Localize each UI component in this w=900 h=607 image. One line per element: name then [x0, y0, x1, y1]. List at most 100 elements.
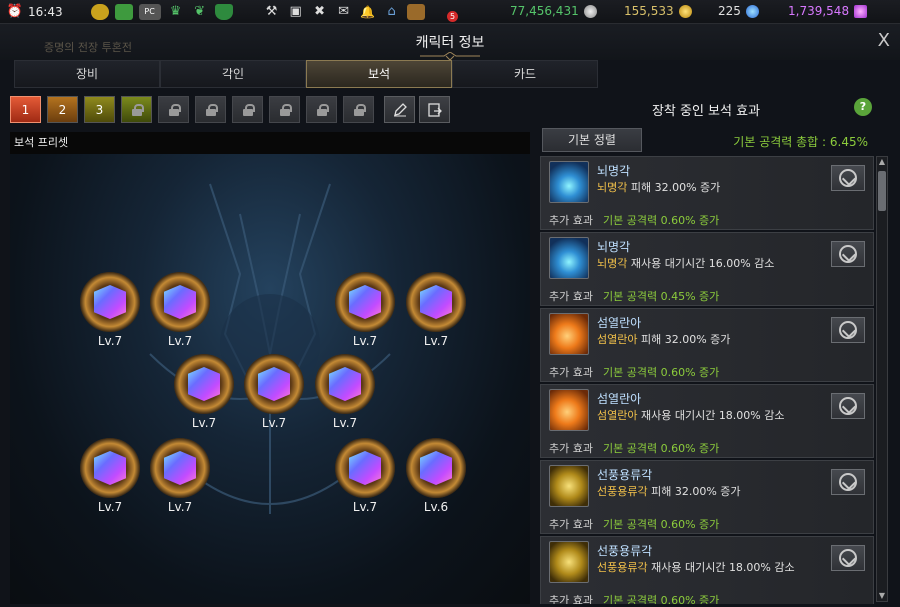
- gem-crystal-icon: [329, 367, 361, 401]
- gem-slot-5[interactable]: Lv.7: [174, 354, 234, 430]
- gem-crystal-icon: [258, 367, 290, 401]
- gem-slot-7[interactable]: Lv.7: [315, 354, 375, 430]
- crown-icon[interactable]: ♛: [167, 4, 185, 20]
- preset-2-button[interactable]: 2: [47, 96, 78, 123]
- effect-description: 섬열란아 피해 32.00% 증가: [597, 333, 731, 346]
- sort-button[interactable]: 기본 정렬: [542, 128, 642, 152]
- tab-gems[interactable]: 보석: [306, 60, 452, 88]
- effect-skill-name: 섬열란아: [597, 316, 642, 330]
- gem-slot-10[interactable]: Lv.7: [335, 438, 395, 514]
- skill-detail-button[interactable]: [831, 317, 865, 343]
- bell-icon[interactable]: 🔔: [359, 4, 377, 20]
- extra-effect-value: 기본 공격력 0.60% 증가: [603, 214, 720, 227]
- shield-icon[interactable]: [214, 3, 233, 20]
- extra-effect-value: 기본 공격력 0.60% 증가: [603, 518, 720, 531]
- preset-7-locked[interactable]: [232, 96, 263, 123]
- gem-crystal-icon: [164, 285, 196, 319]
- scroll-thumb[interactable]: [878, 171, 886, 211]
- lightning-skill-icon: [549, 237, 589, 279]
- gem-slot-1[interactable]: Lv.7: [80, 272, 140, 348]
- gold-currency: 155,533: [624, 4, 692, 18]
- tab-equipment[interactable]: 장비: [14, 60, 160, 88]
- preset-9-locked[interactable]: [306, 96, 337, 123]
- skill-detail-button[interactable]: [831, 545, 865, 571]
- silver-currency: 77,456,431: [510, 4, 597, 18]
- royal-crystal-icon: [854, 4, 868, 18]
- gem-slot-3[interactable]: Lv.7: [335, 272, 395, 348]
- preset-5-locked[interactable]: [158, 96, 189, 123]
- scroll-down-icon[interactable]: ▼: [877, 591, 887, 601]
- preset-6-locked[interactable]: [195, 96, 226, 123]
- skill-detail-button[interactable]: [831, 393, 865, 419]
- mail-icon[interactable]: ✉: [335, 4, 353, 20]
- skill-detail-button[interactable]: [831, 241, 865, 267]
- effects-scrollbar[interactable]: ▲ ▼: [876, 156, 888, 602]
- effect-skill-name: 뇌명각: [597, 240, 631, 254]
- lightning-skill-icon: [549, 161, 589, 203]
- edit-preset-button[interactable]: [384, 96, 415, 123]
- gem-crystal-icon: [420, 451, 452, 485]
- preset-4-locked[interactable]: [121, 96, 152, 123]
- gem-socket-area: Lv.7 Lv.7 Lv.7 Lv.7 Lv.7 Lv.7 Lv.7 Lv.7 …: [10, 154, 530, 604]
- extra-effect-label: 추가 효과: [549, 518, 593, 531]
- gem-level: Lv.7: [261, 416, 287, 430]
- pencil-icon: [393, 102, 407, 116]
- skill-detail-button[interactable]: [831, 165, 865, 191]
- preset-3-button[interactable]: 3: [84, 96, 115, 123]
- gem-crystal-icon: [94, 451, 126, 485]
- calendar-icon[interactable]: [114, 3, 133, 20]
- apply-icon: [427, 102, 442, 117]
- extra-effect-value: 기본 공격력 0.60% 증가: [603, 594, 720, 604]
- home-icon[interactable]: ⌂: [383, 4, 401, 20]
- effect-item: 선풍용류각 선풍용류각 피해 32.00% 증가 추가 효과 기본 공격력 0.…: [540, 460, 874, 534]
- gem-slot-2[interactable]: Lv.7: [150, 272, 210, 348]
- effect-description: 섬열란아 재사용 대기시간 18.00% 감소: [597, 409, 785, 422]
- extra-effect-label: 추가 효과: [549, 214, 593, 227]
- skill-detail-button[interactable]: [831, 469, 865, 495]
- effect-item: 뇌명각 뇌명각 재사용 대기시간 16.00% 감소 추가 효과 기본 공격력 …: [540, 232, 874, 306]
- gem-level: Lv.7: [167, 500, 193, 514]
- gem-level: Lv.6: [423, 500, 449, 514]
- gem-slot-9[interactable]: Lv.7: [150, 438, 210, 514]
- alarm-clock-icon[interactable]: ⏰: [6, 4, 24, 20]
- pc-room-icon[interactable]: PC: [138, 3, 161, 20]
- gem-slot-11[interactable]: Lv.6: [406, 438, 466, 514]
- gem-level: Lv.7: [352, 500, 378, 514]
- gem-slot-4[interactable]: Lv.7: [406, 272, 466, 348]
- tab-cards[interactable]: 카드: [452, 60, 598, 88]
- gem-level: Lv.7: [191, 416, 217, 430]
- gem-level: Lv.7: [97, 334, 123, 348]
- chat-icon[interactable]: [90, 3, 109, 20]
- wing-icon[interactable]: ❦: [191, 4, 209, 20]
- extra-effect-value: 기본 공격력 0.60% 증가: [603, 442, 720, 455]
- clock-time: 16:43: [28, 4, 63, 19]
- help-icon[interactable]: ?: [854, 98, 872, 116]
- apply-preset-button[interactable]: [419, 96, 450, 123]
- preset-10-locked[interactable]: [343, 96, 374, 123]
- gem-effects-panel: 장착 중인 보석 효과 ? 기본 정렬 기본 공격력 총합 : 6.45% 뇌명…: [536, 94, 892, 604]
- skill-target-icon: [839, 549, 857, 567]
- gem-crystal-icon: [349, 285, 381, 319]
- gem-slot-8[interactable]: Lv.7: [80, 438, 140, 514]
- window-titlebar[interactable]: 증명의 전장 투혼전 캐릭터 정보 X: [0, 24, 900, 60]
- preset-1-button[interactable]: 1: [10, 96, 41, 123]
- crossed-swords-icon[interactable]: ✖: [311, 4, 329, 20]
- title-ornament: [420, 52, 480, 60]
- extra-effect-label: 추가 효과: [549, 442, 593, 455]
- treasure-chest-icon[interactable]: [406, 3, 425, 20]
- tab-engraving[interactable]: 각인: [160, 60, 306, 88]
- lock-icon: [205, 103, 218, 116]
- sword-craft-icon[interactable]: ⚒: [263, 4, 281, 20]
- blue-crystal-currency: 225: [718, 4, 759, 18]
- gem-slot-6[interactable]: Lv.7: [244, 354, 304, 430]
- effect-skill-name: 뇌명각: [597, 164, 631, 178]
- lock-icon: [353, 103, 366, 116]
- scroll-up-icon[interactable]: ▲: [877, 157, 887, 167]
- preset-8-locked[interactable]: [269, 96, 300, 123]
- preset-label: 보석 프리셋: [10, 132, 530, 154]
- extra-effect-label: 추가 효과: [549, 366, 593, 379]
- package-icon[interactable]: ▣: [287, 4, 305, 20]
- skill-target-icon: [839, 245, 857, 263]
- close-button[interactable]: X: [878, 30, 890, 51]
- effect-description: 선풍용류각 피해 32.00% 증가: [597, 485, 741, 498]
